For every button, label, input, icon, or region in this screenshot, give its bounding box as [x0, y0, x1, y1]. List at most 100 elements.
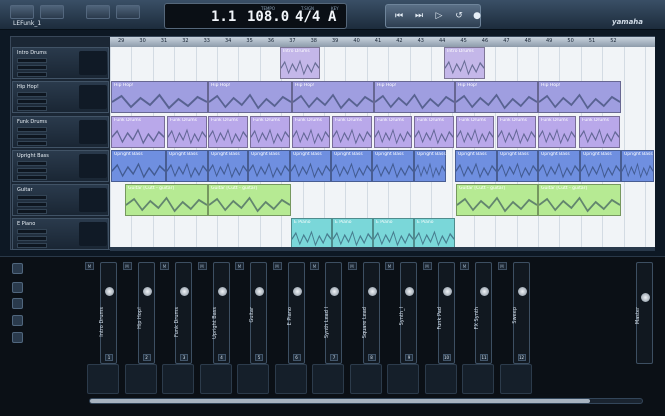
mute-button[interactable]: M: [422, 262, 432, 270]
track-send[interactable]: [17, 72, 47, 77]
clip-part[interactable]: Funk Drums: [374, 116, 412, 148]
clip-part[interactable]: Intro Drums: [280, 47, 320, 79]
mixer-channel[interactable]: Hip Hop! 2: [137, 262, 155, 364]
clip-part[interactable]: Funk Drums: [208, 116, 248, 148]
clip-part[interactable]: Guitar [Cutt - guitar]: [125, 184, 208, 216]
channel-fader[interactable]: [142, 287, 152, 296]
clip-part[interactable]: Funk Drums: [332, 116, 372, 148]
track-pan[interactable]: [17, 65, 47, 70]
mixer-scrollbar[interactable]: [89, 398, 643, 404]
mute-button[interactable]: M: [272, 262, 282, 270]
move-icon[interactable]: [12, 315, 23, 326]
track-send[interactable]: [17, 106, 47, 111]
clip-part[interactable]: E Piano: [373, 218, 414, 250]
clip-part[interactable]: Upright Bass: [372, 150, 414, 182]
channel-fader[interactable]: [517, 287, 527, 296]
instrument-thumbnail-icon[interactable]: [387, 364, 419, 394]
mixer-channel[interactable]: Guitar 5: [249, 262, 267, 364]
track-volume[interactable]: [17, 195, 47, 200]
clip-part[interactable]: Guitar [Cutt - guitar]: [538, 184, 621, 216]
instrument-thumbnail-icon[interactable]: [274, 364, 307, 394]
track-volume[interactable]: [17, 229, 47, 234]
mute-button[interactable]: M: [497, 262, 507, 270]
channel-fader[interactable]: [292, 287, 302, 296]
clip-part[interactable]: Guitar [Cutt - guitar]: [456, 184, 538, 216]
fast-forward-icon[interactable]: ⏭: [410, 8, 428, 25]
channel-fader[interactable]: [367, 287, 377, 296]
mute-button[interactable]: M: [460, 262, 469, 270]
instrument-thumbnail-icon[interactable]: [424, 364, 457, 394]
clip-part[interactable]: Upright Bass: [208, 150, 248, 182]
clip-part[interactable]: Funk Drums: [538, 116, 576, 148]
clip-part[interactable]: Upright Bass: [248, 150, 290, 182]
mixer-channel[interactable]: Square Lead 8: [362, 262, 380, 364]
clip-part[interactable]: Upright Bass: [331, 150, 372, 182]
track-header[interactable]: Upright Bass: [12, 150, 109, 182]
channel-fader[interactable]: [180, 287, 189, 296]
clip-part[interactable]: Hip Hop!: [374, 81, 455, 113]
master-channel[interactable]: Master: [635, 262, 653, 364]
track-pan[interactable]: [17, 134, 47, 139]
channel-fader[interactable]: [442, 287, 452, 296]
track-send[interactable]: [17, 175, 47, 180]
instrument-thumbnail-icon[interactable]: [237, 364, 269, 394]
mixer-channel[interactable]: Upright Bass 4: [212, 262, 230, 364]
mute-button[interactable]: M: [160, 262, 169, 270]
clip-part[interactable]: Upright Bass: [166, 150, 208, 182]
mute-button[interactable]: M: [235, 262, 244, 270]
toolbar-button-1[interactable]: [10, 5, 34, 19]
mixer-view-icon[interactable]: [12, 263, 23, 274]
instrument-thumbnail-icon[interactable]: [349, 364, 382, 394]
cycle-icon[interactable]: ↺: [450, 8, 468, 25]
track-header[interactable]: E Piano: [12, 218, 109, 250]
mute-button[interactable]: M: [347, 262, 357, 270]
track-header[interactable]: Hip Hop!: [12, 81, 109, 113]
mixer-channel[interactable]: Synth_I 9: [399, 262, 417, 364]
track-volume[interactable]: [17, 58, 47, 63]
instrument-thumbnail-icon[interactable]: [124, 364, 157, 394]
clip-part[interactable]: Funk Drums: [167, 116, 207, 148]
channel-fader[interactable]: [217, 287, 227, 296]
master-fader[interactable]: [641, 293, 650, 302]
timeline-ruler[interactable]: 29 30 31 32 33 34 35 36 37 38 39 40 41 42 43 44 45 46 47 48…: [110, 37, 655, 47]
clip-part[interactable]: Funk Drums: [111, 116, 165, 148]
mixer-channel[interactable]: E Piano 6: [287, 262, 305, 364]
arranger-scrollbar[interactable]: [110, 247, 655, 251]
clip-part[interactable]: Funk Drums: [292, 116, 330, 148]
clip-part[interactable]: Hip Hop!: [292, 81, 374, 113]
mixer-channel[interactable]: Synth Lead I 7: [324, 262, 342, 364]
edit-view-icon[interactable]: [12, 282, 23, 293]
clip-part[interactable]: Guitar [Cutt - guitar]: [208, 184, 291, 216]
clip-part[interactable]: E Piano: [291, 218, 332, 250]
track-pan[interactable]: [17, 236, 47, 241]
clip-part[interactable]: Intro Drums: [444, 47, 485, 79]
channel-fader[interactable]: [255, 287, 264, 296]
clip-part[interactable]: Upright Bass: [580, 150, 621, 182]
track-pan[interactable]: [17, 202, 47, 207]
track-volume[interactable]: [17, 127, 47, 132]
track-header[interactable]: Guitar: [12, 184, 109, 216]
instrument-thumbnail-icon[interactable]: [162, 364, 194, 394]
mixer-channel[interactable]: Funk Pad 10: [437, 262, 455, 364]
clip-part[interactable]: Funk Drums: [250, 116, 290, 148]
clip-part[interactable]: Hip Hop!: [208, 81, 292, 113]
track-header[interactable]: Intro Drums: [12, 47, 109, 79]
clip-part[interactable]: Funk Drums: [579, 116, 620, 148]
clip-part[interactable]: Hip Hop!: [538, 81, 621, 113]
instrument-thumbnail-icon[interactable]: [199, 364, 232, 394]
clip-part[interactable]: Upright Bass: [455, 150, 497, 182]
instrument-thumbnail-icon[interactable]: [312, 364, 344, 394]
track-pan[interactable]: [17, 99, 47, 104]
mute-button[interactable]: M: [310, 262, 319, 270]
track-header[interactable]: Funk Drums: [12, 116, 109, 148]
channel-fader[interactable]: [405, 287, 414, 296]
channel-fader[interactable]: [330, 287, 339, 296]
mixer-channel[interactable]: FX Synth 11: [474, 262, 492, 364]
channel-fader[interactable]: [105, 287, 114, 296]
clip-part[interactable]: Hip Hop!: [111, 81, 208, 113]
track-send[interactable]: [17, 209, 47, 214]
track-send[interactable]: [17, 243, 47, 248]
clip-part[interactable]: Upright Bass: [414, 150, 446, 182]
track-volume[interactable]: [17, 161, 47, 166]
mixer-channel[interactable]: Funk Drums 3: [174, 262, 192, 364]
